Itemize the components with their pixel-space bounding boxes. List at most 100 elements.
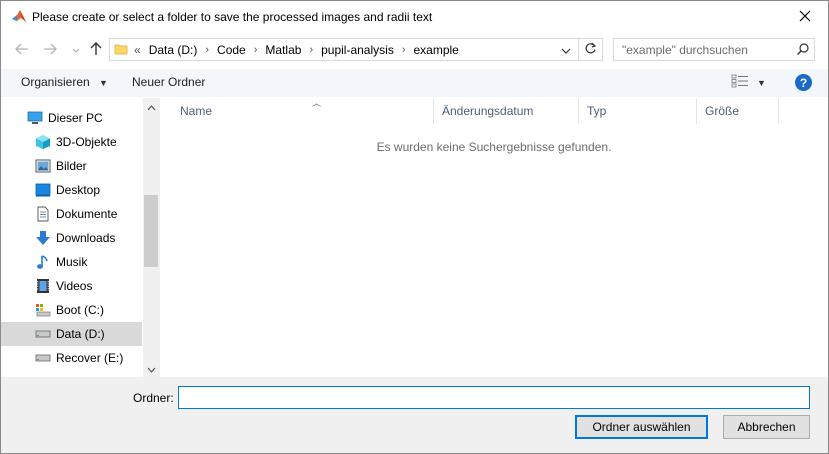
column-header-name[interactable]: Name ︿ — [172, 98, 434, 124]
details-view-icon — [731, 74, 749, 91]
arrow-up-icon — [90, 41, 102, 59]
breadcrumb-item-code[interactable]: Code — [217, 43, 246, 57]
desktop-icon — [35, 182, 51, 198]
chevron-right-icon[interactable]: › — [309, 44, 313, 56]
sidebar-item-pictures[interactable]: Bilder — [1, 154, 142, 178]
scroll-up-button[interactable] — [143, 98, 160, 115]
drive-icon — [35, 326, 51, 342]
sidebar-item-label: Downloads — [56, 231, 116, 245]
chevron-right-icon[interactable]: › — [254, 44, 258, 56]
organize-label: Organisieren — [21, 75, 90, 89]
sort-ascending-icon: ︿ — [312, 98, 322, 108]
help-icon[interactable]: ? — [795, 74, 812, 91]
sidebar-item-documents[interactable]: Dokumente — [1, 202, 142, 226]
file-list: Name ︿ Änderungsdatum Typ Größe Es wurde… — [160, 98, 828, 377]
3d-objects-icon — [35, 134, 51, 150]
navigation-row: « Data (D:) › Code › Matlab › pupil-anal… — [1, 37, 828, 63]
chevron-right-icon[interactable]: › — [402, 44, 406, 56]
empty-results-message: Es wurden keine Suchergebnisse gefunden. — [376, 140, 612, 154]
title-bar: Please create or select a folder to save… — [1, 1, 828, 33]
sidebar-item-label: Desktop — [56, 183, 101, 197]
navigation-pane: Dieser PC 3D-Objekte Bilder Desktop Doku… — [1, 98, 160, 377]
column-header-date[interactable]: Änderungsdatum — [434, 98, 579, 124]
arrow-left-icon — [15, 43, 29, 58]
close-icon — [799, 10, 811, 25]
breadcrumb: « Data (D:) › Code › Matlab › pupil-anal… — [134, 43, 459, 57]
system-drive-icon — [35, 302, 51, 318]
downloads-icon — [35, 230, 51, 246]
scroll-thumb[interactable] — [144, 195, 158, 267]
sidebar-item-music[interactable]: Musik — [1, 250, 142, 274]
sidebar-item-label: 3D-Objekte — [56, 135, 117, 149]
sidebar-item-label: Data (D:) — [56, 327, 105, 341]
address-bar[interactable]: « Data (D:) › Code › Matlab › pupil-anal… — [109, 38, 603, 61]
cancel-button[interactable]: Abbrechen — [723, 415, 810, 439]
breadcrumb-item-data[interactable]: Data (D:) — [149, 43, 198, 57]
refresh-icon — [584, 42, 597, 58]
arrow-right-icon — [43, 43, 57, 58]
sidebar-item-downloads[interactable]: Downloads — [1, 226, 142, 250]
sidebar-item-this-pc[interactable]: Dieser PC — [1, 106, 142, 130]
sidebar-item-label: Videos — [56, 279, 93, 293]
sidebar-item-videos[interactable]: Videos — [1, 274, 142, 298]
sidebar-item-data-d[interactable]: Data (D:) — [1, 322, 142, 346]
column-header-size[interactable]: Größe — [697, 98, 779, 124]
videos-icon — [35, 278, 51, 294]
chevron-down-icon — [561, 43, 571, 57]
select-folder-button[interactable]: Ordner auswählen — [575, 415, 708, 439]
this-pc-icon — [27, 110, 43, 126]
folder-name-input[interactable] — [178, 386, 810, 409]
new-folder-label: Neuer Ordner — [132, 75, 206, 89]
refresh-button[interactable] — [578, 39, 602, 60]
dialog-footer: Ordner: Ordner auswählen Abbrechen — [1, 377, 828, 453]
breadcrumb-item-matlab[interactable]: Matlab — [265, 43, 301, 57]
pictures-icon — [35, 158, 51, 174]
sidebar-item-boot-c[interactable]: Boot (C:) — [1, 298, 142, 322]
caret-down-icon: ▼ — [99, 78, 108, 88]
sidebar-item-label: Boot (C:) — [56, 303, 105, 317]
forward-button[interactable] — [40, 40, 60, 60]
column-header-label: Typ — [587, 104, 607, 118]
breadcrumb-item-example[interactable]: example — [413, 43, 458, 57]
up-button[interactable] — [86, 40, 106, 60]
search-input[interactable] — [614, 39, 790, 60]
nav-pane-scrollbar[interactable] — [143, 98, 160, 377]
organize-button[interactable]: Organisieren ▼ — [21, 75, 108, 89]
scroll-down-button[interactable] — [143, 360, 160, 377]
breadcrumb-item-pupil-analysis[interactable]: pupil-analysis — [321, 43, 394, 57]
chevron-down-icon — [147, 362, 156, 376]
folder-field-label: Ordner: — [133, 391, 174, 405]
sidebar-item-label: Dokumente — [56, 207, 118, 221]
sidebar-item-label: Musik — [56, 255, 88, 269]
chevron-up-icon — [147, 100, 156, 114]
sidebar-item-desktop[interactable]: Desktop — [1, 178, 142, 202]
column-header-label: Änderungsdatum — [442, 104, 534, 118]
chevron-down-icon — [72, 43, 80, 57]
documents-icon — [35, 206, 51, 222]
command-bar: Organisieren ▼ Neuer Ordner ▼ ? — [1, 69, 828, 97]
search-box — [613, 38, 815, 61]
column-header-label: Größe — [705, 104, 740, 118]
chevron-right-icon[interactable]: › — [205, 44, 209, 56]
breadcrumb-overflow[interactable]: « — [134, 43, 141, 57]
folder-icon — [114, 42, 128, 59]
sidebar-item-label: Dieser PC — [48, 111, 103, 125]
drive-icon — [35, 350, 51, 366]
recent-locations-button[interactable] — [66, 40, 86, 60]
caret-down-icon: ▼ — [757, 77, 766, 88]
column-header-label: Name — [180, 104, 213, 118]
address-history-button[interactable] — [555, 39, 577, 60]
music-icon — [35, 254, 51, 270]
change-view-button[interactable]: ▼ — [731, 74, 766, 91]
search-icon[interactable] — [796, 42, 810, 59]
sidebar-item-label: Recover (E:) — [56, 351, 124, 365]
sidebar-item-label: Bilder — [56, 159, 87, 173]
sidebar-item-recover-e[interactable]: Recover (E:) — [1, 346, 142, 370]
sidebar-item-3d-objects[interactable]: 3D-Objekte — [1, 130, 142, 154]
column-header-type[interactable]: Typ — [579, 98, 697, 124]
window-title: Please create or select a folder to save… — [32, 10, 433, 24]
close-button[interactable] — [782, 1, 828, 33]
back-button[interactable] — [12, 40, 32, 60]
matlab-icon — [11, 9, 27, 25]
new-folder-button[interactable]: Neuer Ordner — [132, 75, 205, 89]
